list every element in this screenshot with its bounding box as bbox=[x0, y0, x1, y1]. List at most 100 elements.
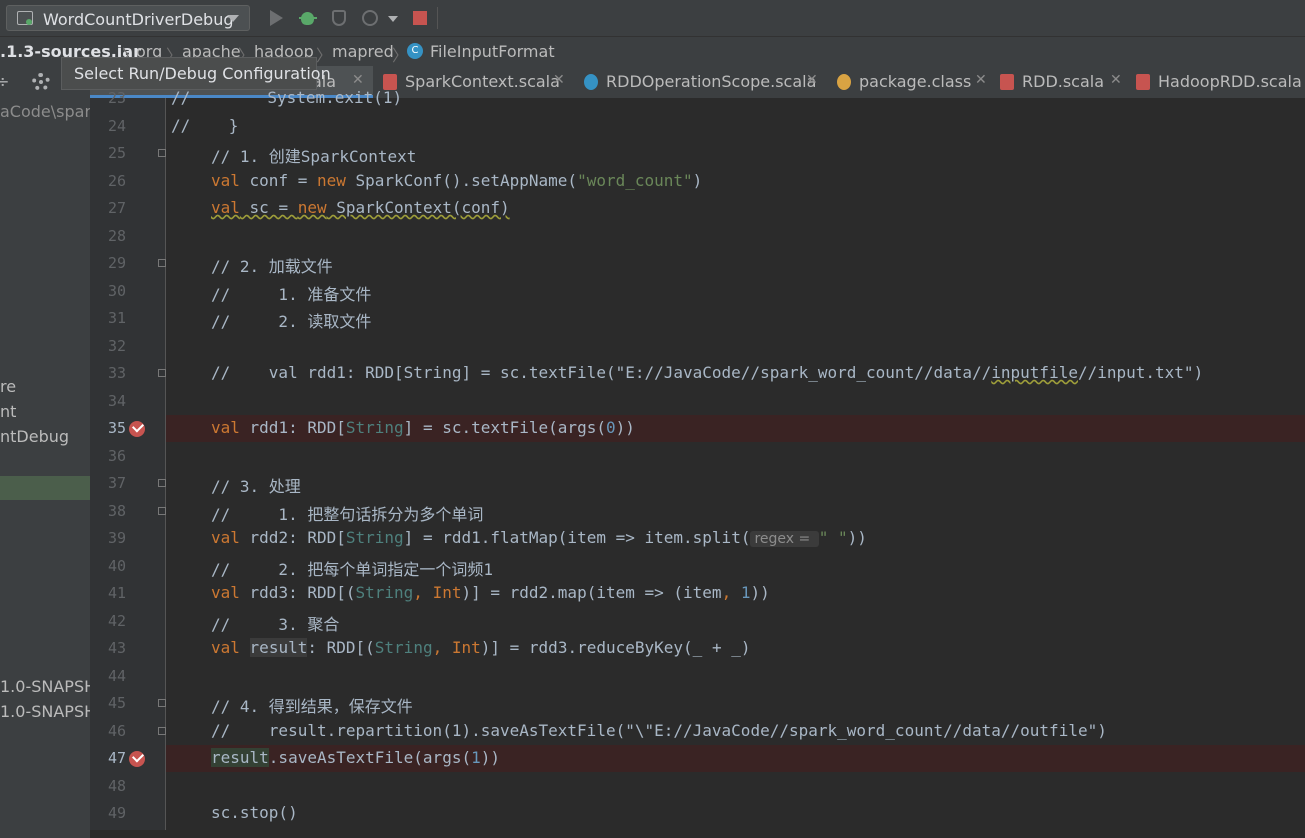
code-text: val conf = new SparkConf().setAppName("w… bbox=[211, 171, 703, 190]
line-number: 42 bbox=[107, 612, 126, 630]
line-number: 28 bbox=[107, 227, 126, 245]
run-config-dropdown[interactable]: WordCountDriverDebug bbox=[6, 5, 250, 31]
code-line-31: 31 // 2. 读取文件 bbox=[90, 305, 1305, 332]
line-number: 43 bbox=[107, 639, 126, 657]
code-line-43: 43 val result: RDD[(String, Int)] = rdd3… bbox=[90, 635, 1305, 662]
code-text: val rdd1: RDD[String] = sc.textFile(args… bbox=[211, 418, 635, 437]
code-comment: // System.exit(1) bbox=[171, 88, 403, 107]
project-tree-item[interactable]: 1.0-SNAPSHC bbox=[0, 677, 90, 696]
code-comment: // 1. 创建SparkContext bbox=[211, 147, 417, 166]
project-tree-selected-row[interactable] bbox=[0, 476, 90, 500]
line-number: 44 bbox=[107, 667, 126, 685]
code-text: sc.stop() bbox=[211, 803, 298, 822]
project-path[interactable]: aCode\spark bbox=[0, 102, 90, 121]
code-line-49: 49 sc.stop() bbox=[90, 800, 1305, 827]
code-line-38: 38 // 1. 把整句话拆分为多个单词 bbox=[90, 498, 1305, 525]
collapse-icon[interactable]: ÷ bbox=[0, 72, 9, 91]
run-config-label: WordCountDriverDebug bbox=[43, 10, 234, 29]
line-number: 36 bbox=[107, 447, 126, 465]
code-line-29: 29 // 2. 加载文件 bbox=[90, 250, 1305, 277]
line-number: 41 bbox=[107, 584, 126, 602]
project-tree-item[interactable]: ntDebug bbox=[0, 427, 69, 446]
coverage-icon[interactable] bbox=[330, 8, 350, 28]
profile-icon[interactable] bbox=[360, 8, 380, 28]
project-tree-item[interactable]: nt bbox=[0, 402, 16, 421]
debug-icon[interactable] bbox=[298, 8, 318, 28]
code-comment: // 3. 聚合 bbox=[211, 615, 340, 634]
line-number: 26 bbox=[107, 172, 126, 190]
code-comment: // result.repartition(1).saveAsTextFile(… bbox=[211, 721, 1107, 740]
code-comment: // val rdd1: RDD[String] = sc.textFile("… bbox=[211, 363, 1204, 382]
code-text: val rdd3: RDD[(String, Int)] = rdd2.map(… bbox=[211, 583, 770, 602]
code-line-46: 46 // result.repartition(1).saveAsTextFi… bbox=[90, 718, 1305, 745]
code-text: val rdd2: RDD[String] = rdd1.flatMap(ite… bbox=[211, 528, 867, 547]
line-number: 32 bbox=[107, 337, 126, 355]
run-icon[interactable] bbox=[267, 8, 287, 28]
project-tree-item[interactable]: 1.0-SNAPSHC bbox=[0, 702, 90, 721]
code-line-40: 40 // 2. 把每个单词指定一个词频1 bbox=[90, 553, 1305, 580]
line-number: 40 bbox=[107, 557, 126, 575]
code-line-26: 26 val conf = new SparkConf().setAppName… bbox=[90, 168, 1305, 195]
line-number: 35 bbox=[107, 419, 126, 437]
line-number: 29 bbox=[107, 254, 126, 272]
stop-icon[interactable] bbox=[411, 8, 431, 28]
project-panel: ÷ aCode\spark re nt ntDebug 1.0-SNAPSHC … bbox=[0, 66, 90, 838]
line-number: 37 bbox=[107, 474, 126, 492]
code-line-33: 33 // val rdd1: RDD[String] = sc.textFil… bbox=[90, 360, 1305, 387]
code-comment: // 2. 加载文件 bbox=[211, 257, 333, 276]
fold-marker-icon[interactable] bbox=[158, 507, 166, 515]
main-toolbar: WordCountDriverDebug bbox=[0, 0, 1305, 37]
code-line-45: 45 // 4. 得到结果，保存文件 bbox=[90, 690, 1305, 717]
code-line-34: 34 bbox=[90, 388, 1305, 415]
breakpoint-icon[interactable] bbox=[129, 751, 145, 767]
line-number: 48 bbox=[107, 777, 126, 795]
code-comment: // 1. 把整句话拆分为多个单词 bbox=[211, 505, 484, 524]
code-comment: // 4. 得到结果，保存文件 bbox=[211, 697, 413, 716]
horizontal-scrollbar[interactable] bbox=[90, 830, 1305, 838]
line-number: 25 bbox=[107, 144, 126, 162]
code-line-41: 41 val rdd3: RDD[(String, Int)] = rdd2.m… bbox=[90, 580, 1305, 607]
code-line-25: 25 // 1. 创建SparkContext bbox=[90, 140, 1305, 167]
fold-marker-icon[interactable] bbox=[158, 149, 166, 157]
code-line-42: 42 // 3. 聚合 bbox=[90, 608, 1305, 635]
breadcrumb-item-mapred[interactable]: mapred bbox=[332, 42, 394, 61]
fold-marker-icon[interactable] bbox=[158, 727, 166, 735]
fold-marker-icon[interactable] bbox=[158, 259, 166, 267]
code-line-24: 24 // } bbox=[90, 113, 1305, 140]
project-tree-item[interactable]: re bbox=[0, 377, 16, 396]
breakpoint-icon[interactable] bbox=[129, 421, 145, 437]
code-line-32: 32 bbox=[90, 333, 1305, 360]
fold-marker-icon[interactable] bbox=[158, 479, 166, 487]
breadcrumb-separator: 〉 bbox=[392, 46, 409, 65]
code-line-37: 37 // 3. 处理 bbox=[90, 470, 1305, 497]
code-line-39: 39 val rdd2: RDD[String] = rdd1.flatMap(… bbox=[90, 525, 1305, 552]
chevron-down-icon bbox=[227, 15, 239, 22]
line-number: 33 bbox=[107, 364, 126, 382]
fold-marker-icon[interactable] bbox=[158, 369, 166, 377]
fold-marker-icon[interactable] bbox=[158, 699, 166, 707]
code-text: val sc = new SparkContext(conf) bbox=[211, 198, 510, 217]
class-file-icon: C bbox=[407, 43, 423, 59]
code-line-30: 30 // 1. 准备文件 bbox=[90, 278, 1305, 305]
breadcrumb-separator: 〉 bbox=[316, 46, 333, 65]
code-line-48: 48 bbox=[90, 773, 1305, 800]
line-number: 46 bbox=[107, 722, 126, 740]
line-number: 49 bbox=[107, 804, 126, 822]
breadcrumb-item-fileinputformat[interactable]: FileInputFormat bbox=[430, 42, 555, 61]
code-text: result.saveAsTextFile(args(1)) bbox=[211, 748, 500, 767]
code-line-28: 28 bbox=[90, 223, 1305, 250]
gear-icon[interactable] bbox=[32, 73, 50, 91]
chevron-down-icon[interactable] bbox=[386, 8, 398, 28]
line-number: 23 bbox=[107, 89, 126, 107]
line-number: 34 bbox=[107, 392, 126, 410]
code-line-36: 36 bbox=[90, 443, 1305, 470]
code-comment: // 1. 准备文件 bbox=[211, 285, 372, 304]
line-number: 39 bbox=[107, 529, 126, 547]
code-line-44: 44 bbox=[90, 663, 1305, 690]
parameter-hint: regex = bbox=[750, 531, 819, 547]
line-number: 24 bbox=[107, 117, 126, 135]
code-comment: // } bbox=[171, 116, 239, 135]
code-line-27: 27 val sc = new SparkContext(conf) bbox=[90, 195, 1305, 222]
line-number: 47 bbox=[107, 749, 126, 767]
code-comment: // 3. 处理 bbox=[211, 477, 301, 496]
